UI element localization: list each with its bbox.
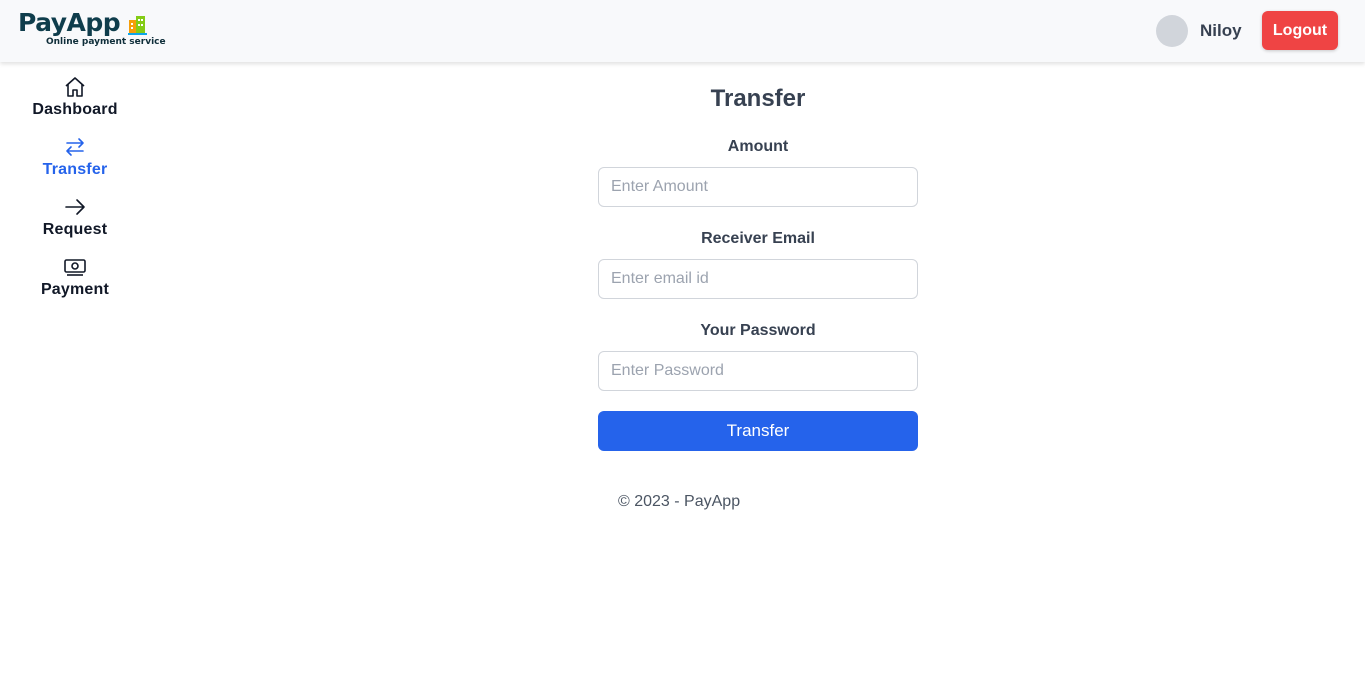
page-title: Transfer — [710, 85, 806, 112]
sidebar-item-label: Transfer — [42, 161, 108, 178]
app-logo[interactable]: PayApp Online payment service — [18, 9, 166, 48]
sidebar-item-dashboard[interactable]: Dashboard — [0, 75, 150, 119]
top-header: PayApp Online payment service Niloy Logo… — [0, 0, 1365, 62]
sidebar-item-label: Request — [42, 221, 108, 238]
banknote-icon — [64, 259, 86, 276]
building-icon — [128, 16, 147, 35]
footer-copyright: © 2023 - PayApp — [618, 493, 741, 510]
amount-label: Amount — [727, 138, 789, 155]
username: Niloy — [1200, 21, 1242, 40]
arrows-exchange-icon — [66, 138, 84, 156]
receiver-email-input[interactable] — [598, 259, 918, 299]
transfer-button[interactable]: Transfer — [598, 411, 918, 451]
amount-input[interactable] — [598, 167, 918, 207]
password-input[interactable] — [598, 351, 918, 391]
avatar[interactable] — [1156, 15, 1188, 47]
logout-button[interactable]: Logout — [1262, 11, 1338, 50]
sidebar-item-transfer[interactable]: Transfer — [0, 135, 150, 179]
sidebar-item-label: Dashboard — [32, 101, 118, 118]
logo-subtitle: Online payment service — [46, 37, 166, 47]
arrow-right-icon — [65, 199, 85, 215]
home-icon — [65, 77, 85, 97]
sidebar-item-payment[interactable]: Payment — [0, 255, 150, 299]
sidebar-item-request[interactable]: Request — [0, 195, 150, 239]
password-label: Your Password — [700, 322, 816, 339]
sidebar-item-label: Payment — [40, 281, 110, 298]
receiver-email-label: Receiver Email — [701, 230, 815, 247]
